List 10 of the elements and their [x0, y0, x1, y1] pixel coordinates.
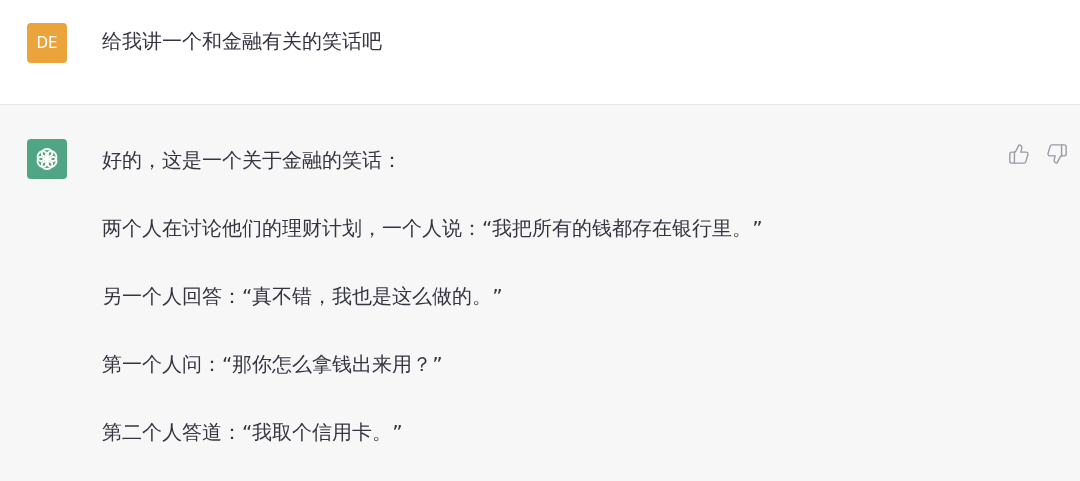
- message-text: 两个人在讨论他们的理财计划，一个人说：“我把所有的钱都存在银行里。”: [102, 215, 764, 242]
- thumbs-up-icon[interactable]: [1008, 143, 1030, 165]
- message-text: 另一个人回答：“真不错，我也是这么做的。”: [102, 283, 504, 310]
- message-text: 第二个人答道：“我取个信用卡。”: [102, 419, 404, 446]
- message-text: 好的，这是一个关于金融的笑话：: [102, 147, 403, 174]
- logo-icon: [34, 146, 60, 172]
- message-text: 给我讲一个和金融有关的笑话吧: [102, 28, 383, 55]
- user-avatar: DE: [27, 23, 67, 63]
- thumbs-down-icon[interactable]: [1046, 143, 1068, 165]
- message-text: 第一个人问：“那你怎么拿钱出来用？”: [102, 351, 444, 378]
